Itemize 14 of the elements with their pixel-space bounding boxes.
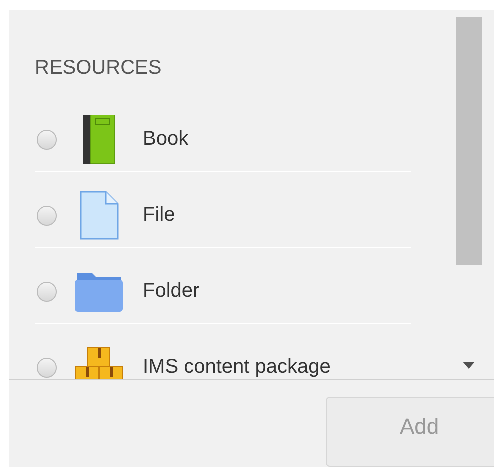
book-icon — [83, 115, 115, 164]
folder-icon — [75, 271, 123, 312]
item-label: Book — [143, 128, 189, 151]
item-label: Folder — [143, 280, 200, 303]
packages-icon — [74, 347, 124, 379]
radio-button[interactable] — [37, 130, 57, 150]
file-icon — [80, 191, 118, 240]
item-label: IMS content package — [143, 356, 331, 379]
scroll-down-icon[interactable] — [463, 362, 475, 369]
radio-button[interactable] — [37, 206, 57, 226]
item-label: File — [143, 204, 176, 227]
radio-button[interactable] — [37, 282, 57, 302]
radio-button[interactable] — [37, 358, 57, 378]
section-heading: RESOURCES — [35, 56, 163, 81]
